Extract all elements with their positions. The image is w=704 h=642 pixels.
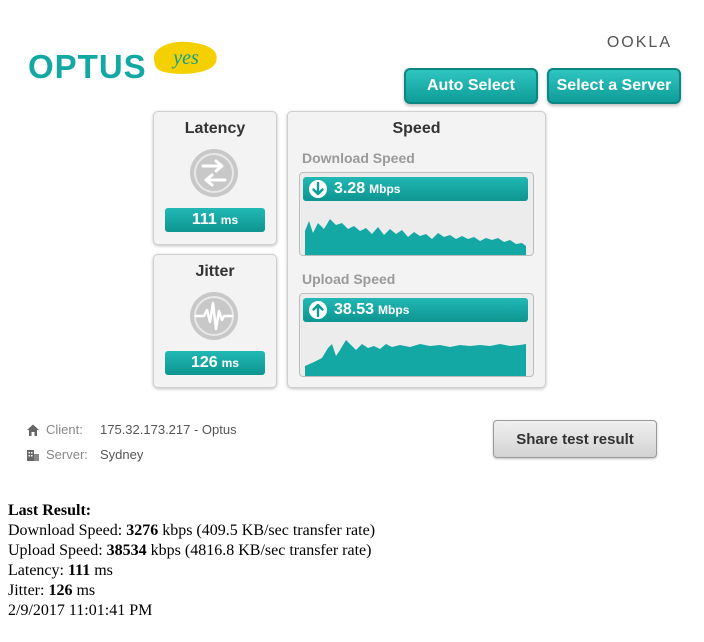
- last-upload-line: Upload Speed: 38534 kbps (4816.8 KB/sec …: [8, 541, 375, 561]
- client-value: 175.32.173.217 - Optus: [100, 422, 237, 437]
- logo-text: OPTUS: [28, 48, 147, 85]
- last-latency-label: Latency:: [8, 562, 68, 579]
- last-jitter-line: Jitter: 126 ms: [8, 581, 375, 601]
- building-icon: [27, 449, 39, 461]
- latency-value-bar: 111 ms: [165, 208, 265, 232]
- latency-title: Latency: [184, 120, 246, 137]
- download-arrow-icon: [309, 180, 327, 198]
- server-info: Server: Sydney: [26, 447, 143, 462]
- download-value-bar: 3.28 Mbps: [303, 177, 528, 201]
- upload-value-bar: 38.53 Mbps: [303, 298, 528, 322]
- jitter-value-bar: 126 ms: [165, 351, 265, 375]
- yes-text: yes: [171, 47, 199, 69]
- speed-title: Speed: [392, 120, 441, 137]
- upload-value: 38.53: [334, 301, 375, 318]
- auto-select-button[interactable]: Auto Select: [404, 68, 538, 104]
- last-upload-suffix: kbps (4816.8 KB/sec transfer rate): [146, 542, 372, 559]
- upload-graph: 38.53 Mbps: [299, 293, 534, 377]
- latency-panel: Latency 111 ms: [153, 111, 277, 245]
- download-graph: 3.28 Mbps: [299, 172, 534, 256]
- last-latency-line: Latency: 111 ms: [8, 561, 375, 581]
- server-label: Server:: [46, 447, 88, 462]
- last-result-timestamp: 2/9/2017 11:01:41 PM: [8, 602, 153, 619]
- select-server-button[interactable]: Select a Server: [547, 68, 681, 104]
- last-upload-value: 38534: [106, 542, 147, 559]
- client-info: Client: 175.32.173.217 - Optus: [26, 422, 237, 437]
- jitter-panel: Jitter 126 ms: [153, 254, 277, 388]
- download-speed-graph: [305, 219, 526, 255]
- upload-speed-label: Upload Speed: [302, 271, 396, 287]
- download-unit: Mbps: [369, 182, 401, 196]
- download-value: 3.28: [334, 180, 366, 197]
- last-download-line: Download Speed: 3276 kbps (409.5 KB/sec …: [8, 521, 375, 541]
- last-jitter-suffix: ms: [72, 582, 96, 599]
- upload-speed-graph: [305, 340, 526, 376]
- last-latency-value: 111: [67, 562, 91, 579]
- yes-logo-blob: yes: [153, 41, 217, 74]
- home-icon: [27, 424, 39, 436]
- latency-value: 111: [191, 211, 217, 228]
- last-result-block: Last Result: Download Speed: 3276 kbps (…: [8, 501, 375, 621]
- client-label: Client:: [46, 422, 83, 437]
- last-download-value: 3276: [126, 522, 159, 539]
- latency-unit: ms: [220, 213, 239, 227]
- speed-panel: Speed Download Speed 3.28 Mbps Upload Sp…: [287, 111, 546, 388]
- upload-arrow-icon: [309, 301, 327, 319]
- pulse-wave-icon: [190, 292, 238, 340]
- jitter-value: 126: [190, 354, 218, 371]
- jitter-unit: ms: [221, 356, 240, 370]
- last-upload-label: Upload Speed:: [8, 542, 107, 559]
- last-latency-suffix: ms: [90, 562, 113, 579]
- ookla-logo: OOKLA: [606, 34, 672, 51]
- share-test-result-button[interactable]: Share test result: [493, 420, 657, 458]
- arrows-exchange-icon: [190, 149, 238, 197]
- last-download-label: Download Speed:: [8, 522, 127, 539]
- last-jitter-label: Jitter:: [8, 582, 49, 599]
- server-value: Sydney: [100, 447, 144, 462]
- last-result-heading: Last Result:: [8, 502, 92, 519]
- download-speed-label: Download Speed: [302, 150, 415, 166]
- upload-unit: Mbps: [378, 303, 410, 317]
- optus-logo: OPTUS yes: [28, 40, 217, 86]
- last-download-suffix: kbps (409.5 KB/sec transfer rate): [158, 522, 376, 539]
- last-jitter-value: 126: [48, 582, 73, 599]
- jitter-title: Jitter: [195, 263, 235, 280]
